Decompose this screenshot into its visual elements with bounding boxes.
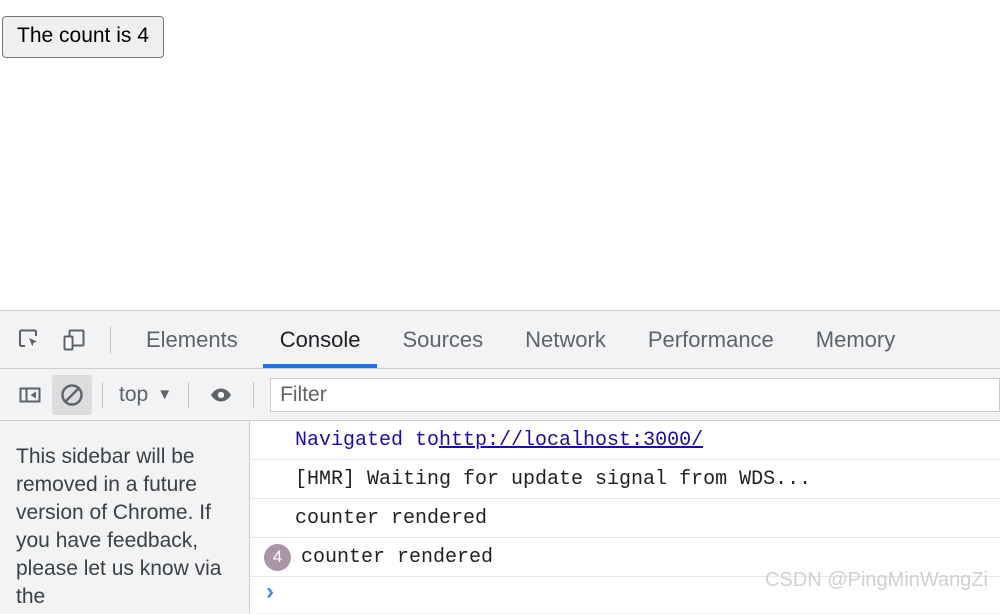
inspect-element-icon-glyph (19, 329, 40, 349)
devtools-panel: Elements Console Sources Network Perform… (0, 310, 1000, 614)
console-toolbar: top ▼ Filter (0, 369, 1000, 421)
navigation-url-link[interactable]: http://localhost:3000/ (439, 429, 703, 452)
inspect-element-icon[interactable] (8, 318, 52, 362)
console-prompt-chevron-icon: › (266, 578, 274, 605)
console-toolbar-divider-3 (253, 381, 255, 408)
console-toolbar-divider-2 (188, 381, 190, 408)
console-message-counter-2[interactable]: 4 counter rendered (250, 538, 1000, 577)
navigation-prefix: Navigated to (295, 428, 440, 452)
console-body: This sidebar will be removed in a future… (0, 421, 1000, 613)
devtools-tabbar: Elements Console Sources Network Perform… (0, 311, 1000, 369)
console-message-counter-1[interactable]: counter rendered (250, 499, 1000, 538)
console-message-text: counter rendered (301, 545, 494, 569)
eye-icon-glyph (211, 388, 232, 401)
repeat-count-badge: 4 (264, 543, 291, 571)
filter-input-placeholder: Filter (280, 382, 327, 406)
tab-console[interactable]: Console (259, 311, 382, 368)
console-message-text: counter rendered (295, 506, 488, 530)
tab-memory[interactable]: Memory (795, 311, 916, 368)
counter-button[interactable]: The count is 4 (2, 16, 164, 58)
tab-network[interactable]: Network (504, 311, 627, 368)
device-toolbar-icon[interactable] (52, 318, 96, 362)
tab-performance[interactable]: Performance (627, 311, 795, 368)
console-message-hmr[interactable]: [HMR] Waiting for update signal from WDS… (250, 460, 1000, 499)
show-console-sidebar-icon[interactable] (8, 373, 52, 417)
console-message-navigation[interactable]: Navigated to http://localhost:3000/ (250, 421, 1000, 460)
tab-elements[interactable]: Elements (125, 311, 259, 368)
page-viewport: The count is 4 (0, 0, 1000, 310)
toolbar-divider (110, 325, 111, 354)
console-message-list: Navigated to http://localhost:3000/ [HMR… (250, 421, 1000, 613)
console-prompt[interactable]: › (250, 577, 1000, 607)
clear-console-icon-glyph (61, 383, 83, 406)
filter-input[interactable]: Filter (270, 377, 1000, 412)
execution-context-label: top (119, 382, 149, 406)
show-console-sidebar-icon-glyph (19, 387, 41, 402)
chevron-down-icon: ▼ (157, 386, 173, 403)
console-sidebar: This sidebar will be removed in a future… (0, 421, 250, 613)
console-message-text: [HMR] Waiting for update signal from WDS… (295, 467, 812, 491)
clear-console-icon[interactable] (52, 374, 92, 415)
tab-sources[interactable]: Sources (381, 311, 504, 368)
execution-context-selector[interactable]: top ▼ (113, 378, 178, 412)
device-toolbar-icon-glyph (63, 329, 85, 350)
console-sidebar-deprecation-notice: This sidebar will be removed in a future… (16, 445, 222, 608)
create-live-expression-icon[interactable] (199, 373, 243, 417)
console-toolbar-divider (102, 381, 103, 408)
